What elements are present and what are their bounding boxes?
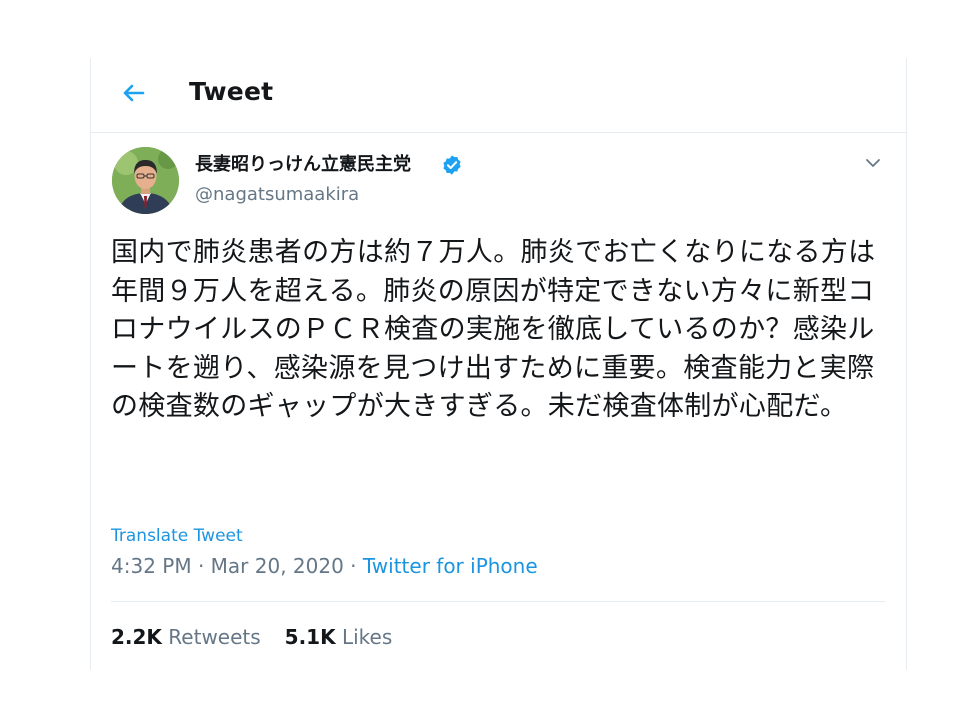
avatar-photo xyxy=(112,147,179,214)
tweet-stats: 2.2K Retweets 5.1K Likes xyxy=(111,623,392,651)
tweet-source-link[interactable]: Twitter for iPhone xyxy=(363,554,538,578)
page-title: Tweet xyxy=(189,77,274,106)
translate-tweet-link[interactable]: Translate Tweet xyxy=(111,525,243,547)
likes-count: 5.1K xyxy=(284,625,336,649)
screenshot-stage: Tweet 長妻昭りっけん立憲民主党 @nagatsumaakira 国内で肺炎… xyxy=(0,0,960,720)
verified-badge-icon xyxy=(443,155,461,175)
author-handle[interactable]: @nagatsumaakira xyxy=(195,183,359,207)
tweet-text: 国内で肺炎患者の方は約７万人。肺炎でお亡くなりになる方は年間９万人を超える。肺炎… xyxy=(111,237,876,422)
arrow-left-icon[interactable] xyxy=(119,79,147,107)
tweet-timestamp[interactable]: 4:32 PM · Mar 20, 2020 · xyxy=(111,554,363,578)
page-header: Tweet xyxy=(91,58,906,133)
avatar[interactable] xyxy=(112,147,179,214)
divider xyxy=(111,601,885,602)
retweets-count: 2.2K xyxy=(111,625,162,649)
tweet-panel: Tweet 長妻昭りっけん立憲民主党 @nagatsumaakira 国内で肺炎… xyxy=(90,58,907,670)
retweets-stat[interactable]: 2.2K Retweets xyxy=(111,623,261,651)
chevron-down-icon[interactable] xyxy=(863,153,883,173)
likes-label: Likes xyxy=(335,625,393,649)
likes-stat[interactable]: 5.1K Likes xyxy=(285,623,393,651)
tweet-meta: 4:32 PM · Mar 20, 2020 · Twitter for iPh… xyxy=(111,552,538,580)
retweets-label: Retweets xyxy=(161,625,261,649)
author-display-name[interactable]: 長妻昭りっけん立憲民主党 xyxy=(195,153,411,177)
